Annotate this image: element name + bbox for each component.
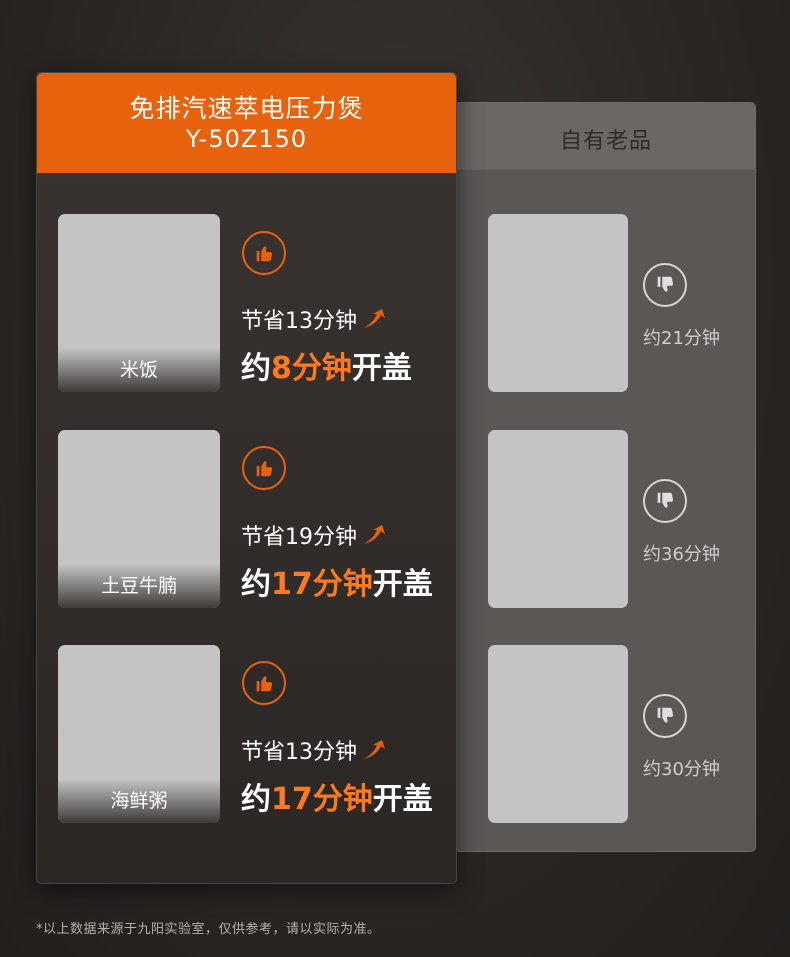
open-time-porridge: 约17分钟开盖 [241,774,433,818]
old-time-porridge: 约30分钟 [643,759,720,780]
new-product-panel: 免排汽速萃电压力煲 Y-50Z150 米饭 节省13分钟 约8分钟开盖 土豆牛腩… [36,72,457,884]
time-saved-porridge: 节省13分钟 [241,734,387,766]
time-saved-rice: 节省13分钟 [241,303,387,335]
open-prefix: 约 [241,351,271,386]
new-product-title: 免排汽速萃电压力煲 [129,94,364,123]
open-prefix: 约 [241,782,271,817]
thumbs-up-icon [242,446,286,490]
old-product-header: 自有老品 [433,103,755,171]
new-product-model: Y-50Z150 [185,125,308,153]
open-time-value: 17分钟 [271,782,373,817]
footnote: *以上数据来源于九阳实验室，仅供参考，请以实际为准。 [36,922,381,937]
old-time-rice: 约21分钟 [643,328,720,349]
thumbs-down-icon [643,479,687,523]
old-product-title: 自有老品 [559,129,652,154]
open-time-value: 8分钟 [271,351,352,386]
old-rice-photo [488,214,628,392]
up-arrow-icon [364,740,385,759]
open-time-rice: 约8分钟开盖 [241,343,412,387]
time-saved-text: 节省13分钟 [241,309,357,334]
beef-potato-photo-card: 土豆牛腩 [58,430,220,608]
up-arrow-icon [364,309,385,328]
dish-label-beef: 土豆牛腩 [58,564,220,608]
open-suffix: 开盖 [372,567,433,602]
old-seafood-porridge-photo [488,645,628,823]
old-time-beef: 约36分钟 [643,544,720,565]
old-product-panel: 自有老品 约21分钟 约36分钟 约30分钟 [432,102,756,852]
open-suffix: 开盖 [372,782,433,817]
thumbs-down-icon [643,694,687,738]
open-time-beef: 约17分钟开盖 [241,559,433,603]
seafood-porridge-photo-card: 海鲜粥 [58,645,220,823]
dish-label-porridge: 海鲜粥 [58,779,220,823]
time-saved-text: 节省19分钟 [241,525,357,550]
open-time-value: 17分钟 [271,567,373,602]
thumbs-down-icon [643,263,687,307]
dish-label-rice: 米饭 [58,348,220,392]
rice-photo-card: 米饭 [58,214,220,392]
up-arrow-icon [364,525,385,544]
time-saved-beef: 节省19分钟 [241,519,387,551]
old-beef-potato-photo [488,430,628,608]
thumbs-up-icon [242,231,286,275]
thumbs-up-icon [242,661,286,705]
open-prefix: 约 [241,567,271,602]
time-saved-text: 节省13分钟 [241,740,357,765]
new-product-header: 免排汽速萃电压力煲 Y-50Z150 [37,73,456,173]
open-suffix: 开盖 [351,351,412,386]
